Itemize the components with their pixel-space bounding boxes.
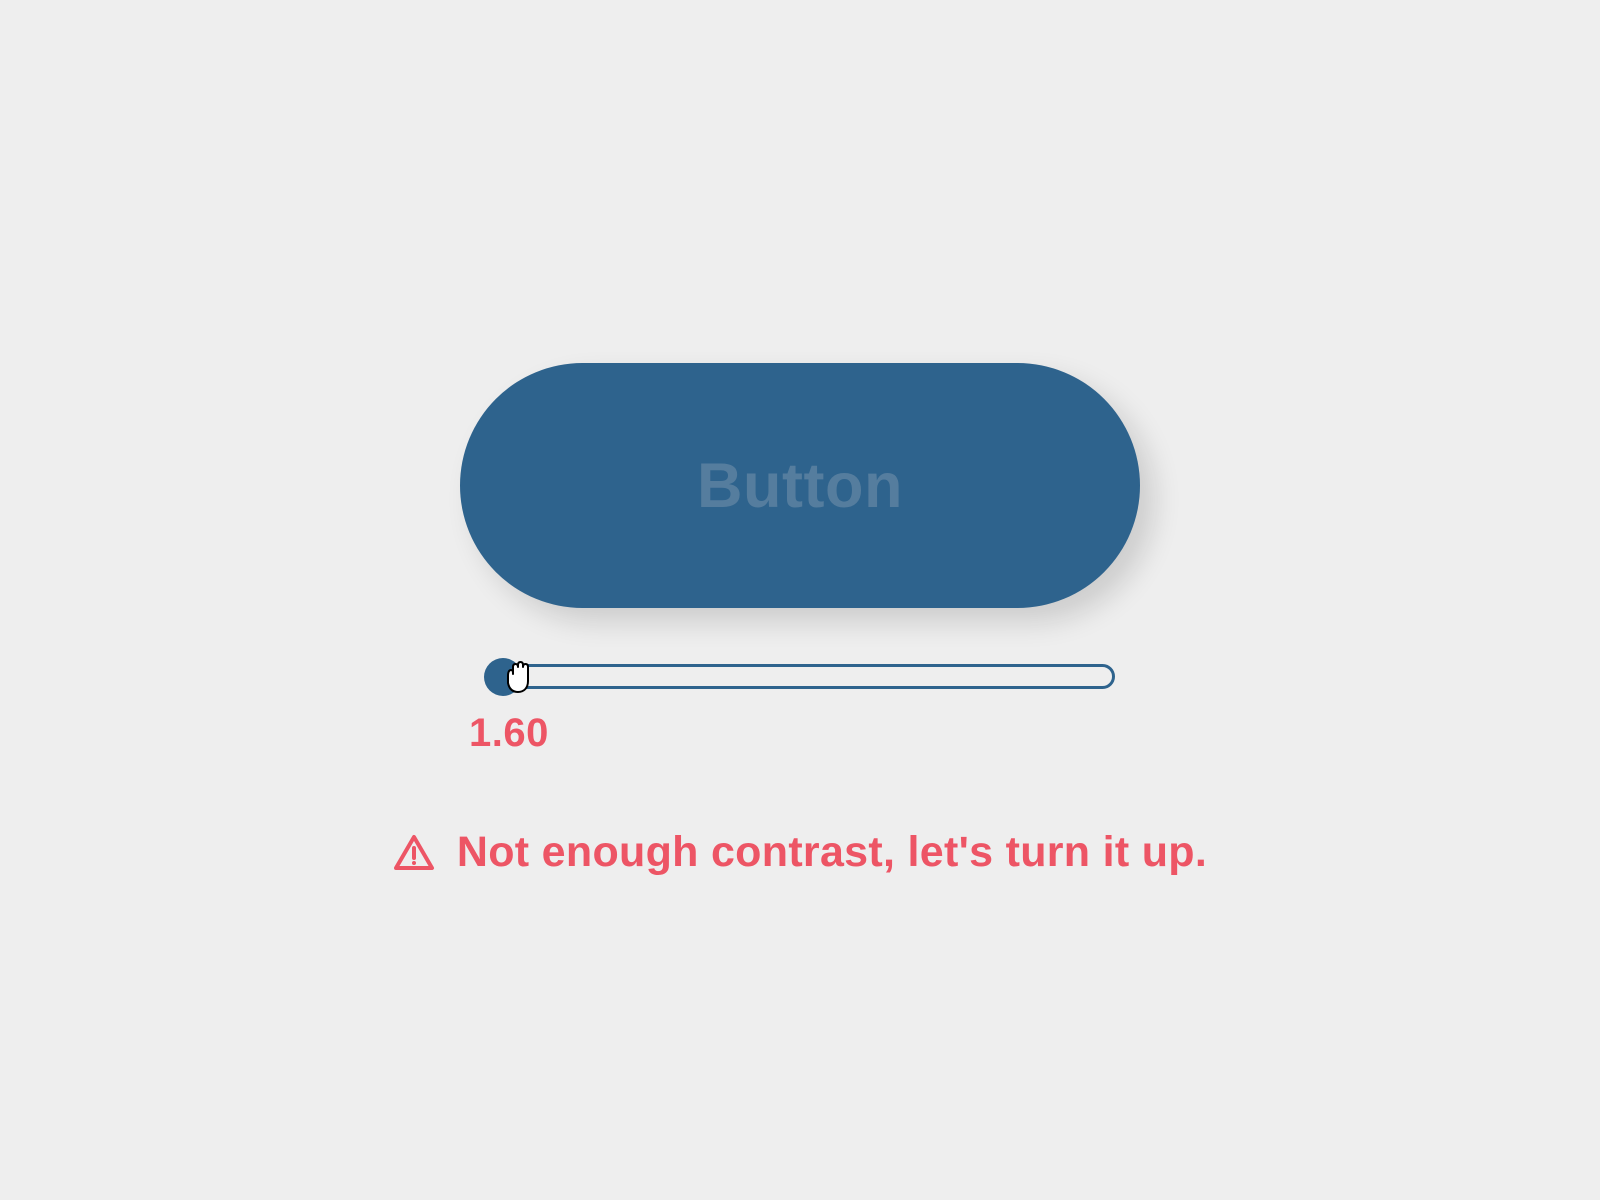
contrast-demo-container: Button 1.60 Not enough: [393, 363, 1207, 877]
warning-message-row: Not enough contrast, let's turn it up.: [393, 828, 1207, 877]
contrast-slider[interactable]: 1.60: [485, 664, 1115, 756]
warning-message-text: Not enough contrast, let's turn it up.: [457, 828, 1207, 877]
grab-cursor-icon: [502, 656, 536, 699]
warning-triangle-icon: [393, 834, 435, 872]
slider-track[interactable]: [485, 664, 1115, 689]
sample-button-label: Button: [697, 450, 903, 522]
slider-value-label: 1.60: [469, 711, 1115, 756]
sample-button[interactable]: Button: [460, 363, 1140, 608]
slider-thumb[interactable]: [484, 658, 522, 696]
